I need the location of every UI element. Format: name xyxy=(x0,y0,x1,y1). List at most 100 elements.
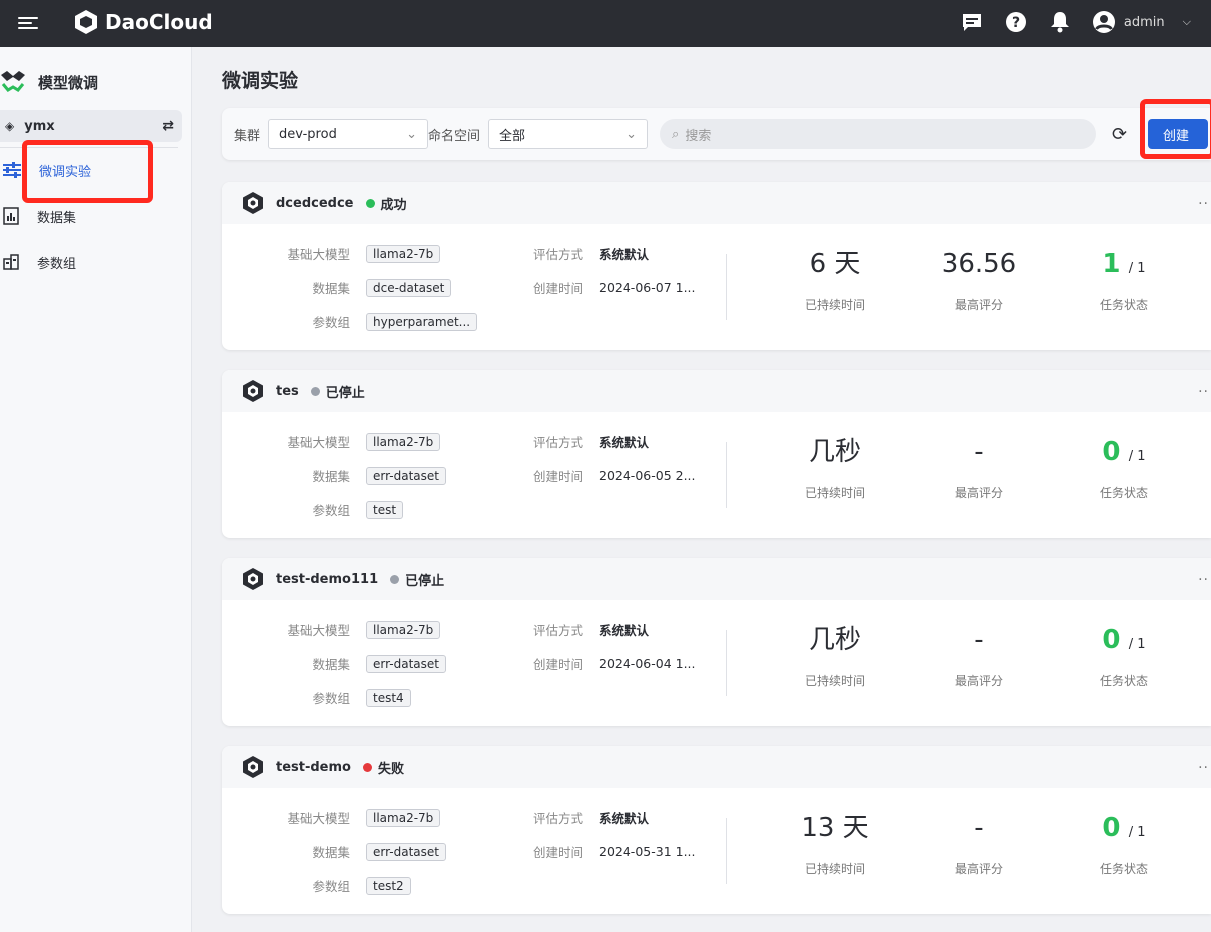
dataset-tag[interactable]: dce-dataset xyxy=(366,278,452,297)
best-score-value: - xyxy=(974,625,984,655)
dataset-tag[interactable]: err-dataset xyxy=(366,654,446,673)
cluster-select[interactable]: dev-prod ⌄ xyxy=(268,119,429,149)
best-score-value: - xyxy=(974,813,984,843)
param-group-tag[interactable]: test2 xyxy=(366,876,411,895)
search-input[interactable]: ⌕ 搜索 xyxy=(660,119,1097,149)
experiment-name[interactable]: test-demo xyxy=(276,760,351,775)
app-title: 模型微调 xyxy=(0,69,98,95)
param-group-label: 参数组 xyxy=(312,315,350,330)
card-header: tes 已停止 xyxy=(222,370,1211,412)
tasks-total: / 1 xyxy=(1128,261,1146,276)
chevron-down-icon: ⌄ xyxy=(626,126,638,142)
experiment-icon xyxy=(243,756,263,778)
more-actions-icon[interactable]: ·· xyxy=(1198,760,1209,776)
experiment-card[interactable]: tes 已停止 ·· 基础大模型 llama2-7b 数据集 err-dataset… xyxy=(222,370,1211,538)
workspace-icon: ◈ xyxy=(5,119,15,133)
sidebar-item-param-groups[interactable]: 参数组 xyxy=(0,247,190,277)
duration-label: 已持续时间 xyxy=(804,862,865,876)
duration-stat: 几秒 已持续时间 xyxy=(765,622,905,689)
more-actions-icon[interactable]: ·· xyxy=(1198,196,1209,212)
experiment-card[interactable]: dcedcedce 成功 ·· 基础大模型 llama2-7b 数据集 dce-da… xyxy=(222,182,1211,350)
best-score-value: 36.56 xyxy=(941,249,1017,279)
duration-label: 已持续时间 xyxy=(804,486,865,500)
created-label: 创建时间 xyxy=(532,845,583,860)
base-model-tag: llama2-7b xyxy=(366,432,441,451)
dataset-label: 数据集 xyxy=(312,469,350,484)
param-group-label: 参数组 xyxy=(312,503,350,518)
experiment-icon xyxy=(243,568,263,590)
duration-label: 已持续时间 xyxy=(804,674,865,688)
menu-icon[interactable] xyxy=(18,14,38,32)
experiment-name[interactable]: dcedcedce xyxy=(276,196,354,211)
cluster-label: 集群 xyxy=(234,128,261,144)
base-model-label: 基础大模型 xyxy=(287,811,350,826)
switch-icon[interactable]: ⇄ xyxy=(162,118,174,134)
created-value: 2024-06-04 1... xyxy=(599,656,696,671)
tasks-total: / 1 xyxy=(1128,825,1146,840)
param-group-tag[interactable]: test4 xyxy=(366,688,411,707)
svg-text:?: ? xyxy=(1012,15,1020,31)
bell-icon[interactable] xyxy=(1048,10,1072,34)
experiment-name[interactable]: test-demo111 xyxy=(276,572,378,587)
dataset-label: 数据集 xyxy=(312,845,350,860)
param-group-tag[interactable]: hyperparamet... xyxy=(366,312,478,331)
status-dot xyxy=(365,198,375,208)
created-label: 创建时间 xyxy=(532,281,583,296)
sidebar-item-datasets[interactable]: 数据集 xyxy=(0,201,190,231)
search-icon: ⌕ xyxy=(672,126,680,142)
experiment-card[interactable]: test-demo111 已停止 ·· 基础大模型 llama2-7b 数据集 er… xyxy=(222,558,1211,726)
duration-stat: 6 天已持续时间 xyxy=(765,246,905,313)
base-model-label: 基础大模型 xyxy=(287,623,350,638)
help-icon[interactable]: ? xyxy=(1004,10,1028,34)
experiment-name[interactable]: tes xyxy=(276,384,299,399)
namespace-select[interactable]: 全部 ⌄ xyxy=(488,119,649,149)
dataset-tag[interactable]: err-dataset xyxy=(366,466,446,485)
task-status-label: 任务状态 xyxy=(1099,298,1148,312)
task-status-stat: 0 / 1 任务状态 xyxy=(1054,434,1194,501)
best-score-stat: 36.56 最高评分 xyxy=(909,246,1049,313)
tasks-total: / 1 xyxy=(1128,637,1146,652)
more-actions-icon[interactable]: ·· xyxy=(1198,572,1209,588)
divider xyxy=(726,818,727,884)
annotation-box xyxy=(1140,99,1211,159)
duration-stat: 13 天已持续时间 xyxy=(765,810,905,877)
experiment-icon xyxy=(243,380,263,402)
duration-stat: 几秒 已持续时间 xyxy=(765,434,905,501)
chevron-down-icon: ⌵ xyxy=(1182,15,1191,28)
logo[interactable]: DaoCloud xyxy=(73,9,213,35)
page-title: 微调实验 xyxy=(222,70,299,92)
more-actions-icon[interactable]: ·· xyxy=(1198,384,1209,400)
best-score-label: 最高评分 xyxy=(954,674,1003,688)
duration-value: 几秒 xyxy=(808,437,861,467)
dataset-tag[interactable]: err-dataset xyxy=(366,842,446,861)
refresh-icon[interactable]: ⟳ xyxy=(1112,124,1132,145)
user-menu[interactable]: admin ⌵ xyxy=(1092,10,1191,34)
status-dot xyxy=(362,762,372,772)
tasks-done: 0 xyxy=(1102,437,1121,467)
experiment-card[interactable]: test-demo 失败 ·· 基础大模型 llama2-7b 数据集 err-da… xyxy=(222,746,1211,914)
card-header: test-demo 失败 xyxy=(222,746,1211,788)
param-group-tag[interactable]: test xyxy=(366,500,404,519)
task-status-label: 任务状态 xyxy=(1099,674,1148,688)
best-score-stat: - 最高评分 xyxy=(909,810,1049,877)
task-status-label: 任务状态 xyxy=(1099,862,1148,876)
sliders-icon xyxy=(3,162,21,178)
card-header: dcedcedce 成功 xyxy=(222,182,1211,224)
status-badge: 已停止 xyxy=(325,385,365,401)
base-model-tag: llama2-7b xyxy=(366,808,441,827)
card-header: test-demo111 已停止 xyxy=(222,558,1211,600)
tasks-done: 0 xyxy=(1102,813,1121,843)
best-score-label: 最高评分 xyxy=(954,862,1003,876)
task-status-label: 任务状态 xyxy=(1099,486,1148,500)
workspace-switcher[interactable]: ◈ ymx ⇄ xyxy=(0,110,182,142)
tasks-done: 1 xyxy=(1102,249,1121,279)
divider xyxy=(726,442,727,508)
message-icon[interactable] xyxy=(960,10,984,34)
eval-method-value: 系统默认 xyxy=(599,811,650,826)
base-model-tag: llama2-7b xyxy=(366,620,441,639)
base-model-label: 基础大模型 xyxy=(287,247,350,262)
namespace-label: 命名空间 xyxy=(428,128,481,144)
duration-label: 已持续时间 xyxy=(804,298,865,312)
divider xyxy=(726,254,727,320)
eval-method-label: 评估方式 xyxy=(532,435,583,450)
